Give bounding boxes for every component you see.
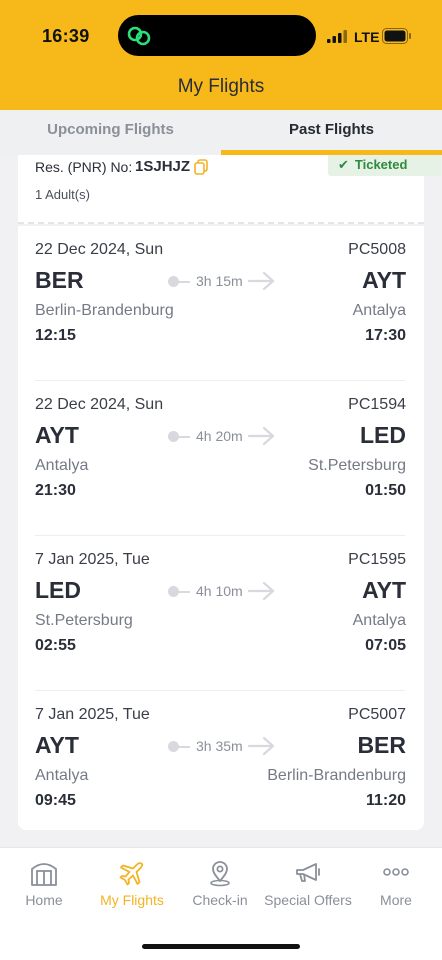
flight-leg[interactable]: 22 Dec 2024, Sun PC5008 BER 3h 15m AYT B… — [18, 226, 424, 381]
home-indicator — [142, 944, 300, 949]
tab-upcoming-flights[interactable]: Upcoming Flights — [0, 110, 221, 155]
status-badge: ✔ Ticketed — [328, 155, 441, 176]
flight-duration: 3h 15m — [196, 273, 243, 289]
flight-date: 22 Dec 2024, Sun — [35, 241, 164, 258]
flight-date: 22 Dec 2024, Sun — [35, 396, 164, 413]
more-dots-icon — [383, 868, 409, 876]
check-icon: ✔ — [338, 157, 349, 172]
megaphone-icon — [296, 863, 320, 882]
dynamic-island — [118, 15, 316, 56]
tabbar-label: More — [380, 892, 412, 908]
arrow-right-icon — [248, 271, 275, 291]
destination-code: BER — [357, 732, 406, 758]
tabbar-label: Special Offers — [264, 892, 352, 908]
flight-date: 7 Jan 2025, Tue — [35, 551, 150, 568]
tabbar-label: Check-in — [192, 892, 248, 908]
arrival-time: 01:50 — [365, 482, 406, 499]
plane-icon — [119, 862, 144, 886]
network-label: LTE — [354, 29, 380, 45]
arrow-right-icon — [248, 736, 275, 756]
flight-number: PC5007 — [348, 706, 406, 723]
reservation-card: Res. (PNR) No: 1SJHJZ ✔ Ticketed 1 Adult(… — [18, 155, 441, 224]
destination-city: St.Petersburg — [308, 457, 406, 474]
app-header: 16:39 LTE My Flights — [0, 0, 442, 110]
flight-duration: 3h 35m — [196, 738, 243, 754]
tabbar-item-special-offers[interactable]: Special Offers — [264, 858, 352, 908]
flight-number: PC1595 — [348, 551, 406, 568]
origin-code: AYT — [35, 422, 79, 448]
tabbar-label: My Flights — [100, 892, 164, 908]
origin-city: Antalya — [35, 457, 89, 474]
arrow-right-icon — [248, 426, 275, 446]
origin-code: AYT — [35, 732, 79, 758]
flight-leg[interactable]: 7 Jan 2025, Tue PC5007 AYT 3h 35m BER An… — [18, 691, 424, 846]
destination-city: Antalya — [352, 302, 406, 319]
passenger-count: 1 Adult(s) — [35, 187, 90, 202]
flight-list: 22 Dec 2024, Sun PC5008 BER 3h 15m AYT B… — [18, 226, 424, 830]
arrival-time: 07:05 — [365, 637, 406, 654]
flight-duration-indicator: 4h 10m — [168, 580, 278, 602]
destination-city: Berlin-Brandenburg — [267, 767, 406, 784]
flight-leg[interactable]: 7 Jan 2025, Tue PC1595 LED 4h 10m AYT St… — [18, 536, 424, 691]
tabbar-item-my-flights[interactable]: My Flights — [88, 858, 176, 908]
flight-tabs: Upcoming Flights Past Flights — [0, 110, 442, 155]
arrival-time: 17:30 — [365, 327, 406, 344]
status-badge-label: Ticketed — [354, 157, 408, 172]
destination-code: AYT — [362, 577, 406, 603]
signal-icon — [327, 30, 347, 43]
status-time: 16:39 — [42, 26, 90, 46]
battery-icon — [382, 28, 411, 44]
tabbar-item-home[interactable]: Home — [0, 858, 88, 908]
flight-number: PC5008 — [348, 241, 406, 258]
flight-duration-indicator: 3h 35m — [168, 735, 278, 757]
origin-city: Berlin-Brandenburg — [35, 302, 174, 319]
flight-date: 7 Jan 2025, Tue — [35, 706, 150, 723]
pnr-label: Res. (PNR) No: — [35, 159, 133, 175]
tabbar-label: Home — [25, 892, 63, 908]
departure-time: 12:15 — [35, 327, 76, 344]
pnr-code: 1SJHJZ — [135, 158, 191, 175]
flight-duration-indicator: 4h 20m — [168, 425, 278, 447]
page-title: My Flights — [177, 76, 265, 97]
flight-duration: 4h 20m — [196, 428, 243, 444]
flight-duration: 4h 10m — [196, 583, 243, 599]
arrow-right-icon — [248, 581, 275, 601]
copy-icon[interactable] — [194, 159, 208, 175]
location-pin-icon — [210, 861, 230, 887]
departure-time: 21:30 — [35, 482, 76, 499]
link-icon — [127, 26, 151, 46]
origin-code: BER — [35, 267, 84, 293]
origin-city: Antalya — [35, 767, 89, 784]
flight-number: PC1594 — [348, 396, 406, 413]
destination-code: LED — [360, 422, 406, 448]
tabbar-item-check-in[interactable]: Check-in — [176, 858, 264, 908]
destination-city: Antalya — [352, 612, 406, 629]
origin-city: St.Petersburg — [35, 612, 133, 629]
flight-duration-indicator: 3h 15m — [168, 270, 278, 292]
destination-code: AYT — [362, 267, 406, 293]
tab-past-flights[interactable]: Past Flights — [221, 110, 442, 155]
origin-code: LED — [35, 577, 81, 603]
flight-leg[interactable]: 22 Dec 2024, Sun PC1594 AYT 4h 20m LED A… — [18, 381, 424, 536]
tabbar-item-more[interactable]: More — [352, 858, 440, 908]
hangar-icon — [31, 863, 57, 886]
arrival-time: 11:20 — [365, 792, 406, 809]
departure-time: 09:45 — [35, 792, 76, 809]
departure-time: 02:55 — [35, 637, 76, 654]
